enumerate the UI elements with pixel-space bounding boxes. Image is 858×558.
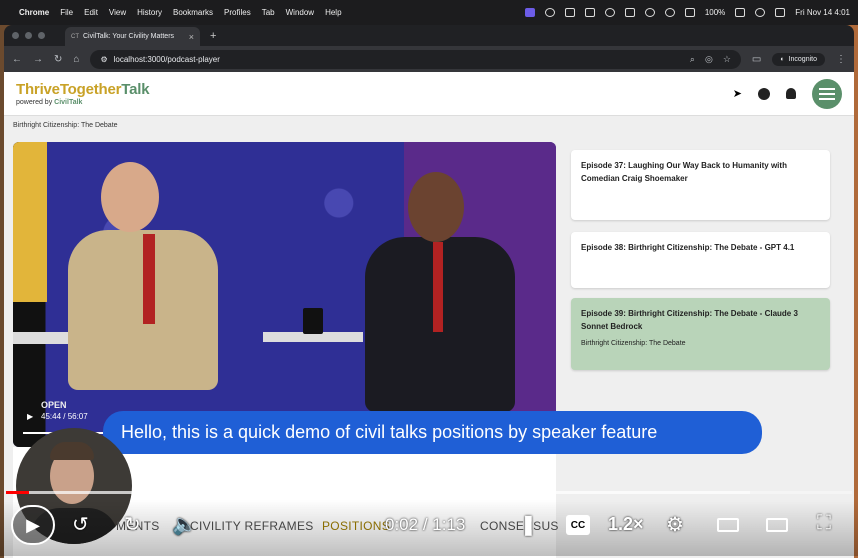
presenter-hair <box>50 442 94 460</box>
menubar-item-edit[interactable]: Edit <box>84 8 98 17</box>
player-progress-fill <box>6 491 29 494</box>
bluetooth-icon[interactable] <box>644 8 655 17</box>
tab-favicon: CT <box>71 33 79 40</box>
fullscreen-icon[interactable]: ⛶ <box>817 512 831 535</box>
address-bar[interactable]: ⚙ localhost:3000/podcast-player ⌕ ◎ ☆ <box>90 49 741 69</box>
episode-card-38[interactable]: Episode 38: Birthright Citizenship: The … <box>571 232 830 288</box>
forward-icon[interactable]: → <box>33 54 43 65</box>
tab-bar: CT CivilTalk: Your Civility Matters × + <box>4 25 854 46</box>
player-time: 0:02 / 1:13 <box>385 515 466 534</box>
rewind-5-icon[interactable]: ↺ <box>72 512 89 537</box>
sync-icon[interactable] <box>604 8 615 17</box>
browser-tab[interactable]: CT CivilTalk: Your Civility Matters × <box>65 27 200 46</box>
forward-5-icon[interactable]: ↻ <box>124 512 141 537</box>
caption-bubble: Hello, this is a quick demo of civil tal… <box>103 411 762 454</box>
notes-icon[interactable] <box>584 8 595 17</box>
extension-icon[interactable] <box>564 8 575 17</box>
settings-gear-icon[interactable]: ⚙ <box>666 512 684 537</box>
episode-card-37[interactable]: Episode 37: Laughing Our Way Back to Hum… <box>571 150 830 220</box>
hamburger-menu-button[interactable] <box>812 78 842 109</box>
battery-percent: 100% <box>704 8 726 17</box>
app-icon[interactable] <box>624 8 635 17</box>
back-icon[interactable]: ← <box>12 54 22 65</box>
mouse-cursor-icon: ➤ <box>732 88 742 100</box>
episode-title: Episode 39: Birthright Citizenship: The … <box>581 309 798 331</box>
menubar-item-bookmarks[interactable]: Bookmarks <box>173 8 213 17</box>
menubar-app-name[interactable]: Chrome <box>19 8 49 17</box>
status-icon[interactable] <box>544 8 555 17</box>
player-progress-bar[interactable] <box>6 491 852 494</box>
save-bookmark-icon[interactable]: ❚ <box>520 512 537 537</box>
mug <box>303 308 323 334</box>
theater-mode-icon[interactable] <box>717 518 739 532</box>
podcast-video[interactable]: OPEN ▶ 45:44 / 56:07 <box>13 142 556 447</box>
bookmark-star-icon[interactable]: ☆ <box>723 54 731 65</box>
screen-record-icon[interactable] <box>524 8 535 17</box>
menubar-item-file[interactable]: File <box>60 8 73 17</box>
episode-title: Episode 38: Birthright Citizenship: The … <box>581 243 795 252</box>
mac-menubar: Chrome File Edit View History Bookmarks … <box>0 0 858 25</box>
tab-civility-reframes[interactable]: CIVILITY REFRAMES <box>190 519 314 533</box>
reload-icon[interactable]: ↻ <box>54 54 62 65</box>
notifications-bell-icon[interactable] <box>786 88 796 99</box>
menubar-item-tab[interactable]: Tab <box>262 8 275 17</box>
site-info-icon[interactable]: ⚙ <box>100 55 107 64</box>
incognito-badge[interactable]: ◐ Incognito <box>772 52 825 66</box>
incognito-icon: ◐ <box>780 55 785 63</box>
speaker-right-head <box>408 172 464 242</box>
episode-subtitle: Birthright Citizenship: The Debate <box>581 339 686 347</box>
menubar-item-view[interactable]: View <box>109 8 126 17</box>
sidepanel-icon[interactable]: ▭ <box>752 54 761 65</box>
player-play-button[interactable]: ▶ <box>11 505 55 545</box>
episode-title: Episode 37: Laughing Our Way Back to Hum… <box>581 161 787 183</box>
menubar-item-history[interactable]: History <box>137 8 162 17</box>
home-icon[interactable]: ⌂ <box>73 54 79 65</box>
episode-breadcrumb: Birthright Citizenship: The Debate <box>13 122 118 129</box>
video-play-icon[interactable]: ▶ <box>27 412 33 421</box>
play-status-icon[interactable] <box>664 8 675 17</box>
new-tab-button[interactable]: + <box>210 30 216 42</box>
speaker-left-tie <box>143 234 155 324</box>
account-icon[interactable] <box>758 87 770 100</box>
incognito-label: Incognito <box>788 55 817 63</box>
player-buffered <box>6 491 751 494</box>
video-yellow-panel <box>13 142 47 302</box>
menubar-item-help[interactable]: Help <box>325 8 341 17</box>
battery-icon[interactable] <box>735 8 746 17</box>
logo-powered-by: powered by CivilTalk <box>16 99 83 106</box>
wifi-icon[interactable] <box>755 8 766 17</box>
video-watermark: OPEN <box>41 400 67 410</box>
window-close-button[interactable] <box>12 32 19 39</box>
captions-button[interactable]: CC <box>566 515 590 535</box>
window-zoom-button[interactable] <box>38 32 45 39</box>
episode-card-39[interactable]: Episode 39: Birthright Citizenship: The … <box>571 298 830 370</box>
volume-icon[interactable]: 🔈 <box>172 512 197 537</box>
tab-close-icon[interactable]: × <box>189 32 194 42</box>
tab-positions[interactable]: POSITIONS <box>322 519 390 533</box>
site-logo[interactable]: ThriveTogetherTalk powered by CivilTalk <box>16 81 150 106</box>
menubar-clock[interactable]: Fri Nov 14 4:01 <box>795 8 850 17</box>
menubar-item-window[interactable]: Window <box>286 8 314 17</box>
zoom-icon[interactable]: ⌕ <box>690 54 695 65</box>
logo-title: ThriveTogetherTalk <box>16 81 150 98</box>
miniplayer-icon[interactable] <box>766 518 788 532</box>
control-center-icon[interactable] <box>775 8 786 17</box>
browser-toolbar: ← → ↻ ⌂ ⚙ localhost:3000/podcast-player … <box>4 46 854 72</box>
video-timestamp: 45:44 / 56:07 <box>41 412 88 421</box>
tracking-eye-icon[interactable]: ◎ <box>705 54 713 65</box>
tab-title: CivilTalk: Your Civility Matters <box>83 33 175 40</box>
speaker-left-head <box>101 162 159 232</box>
menubar-item-profiles[interactable]: Profiles <box>224 8 251 17</box>
keyboard-input-icon[interactable] <box>684 8 695 17</box>
window-minimize-button[interactable] <box>25 32 32 39</box>
url-text[interactable]: localhost:3000/podcast-player <box>114 55 220 64</box>
site-header: ThriveTogetherTalk powered by CivilTalk … <box>4 72 854 116</box>
speaker-right-tie <box>433 242 443 332</box>
more-menu-icon[interactable]: ⋮ <box>836 54 846 65</box>
playback-speed[interactable]: 1.2× <box>608 514 644 535</box>
